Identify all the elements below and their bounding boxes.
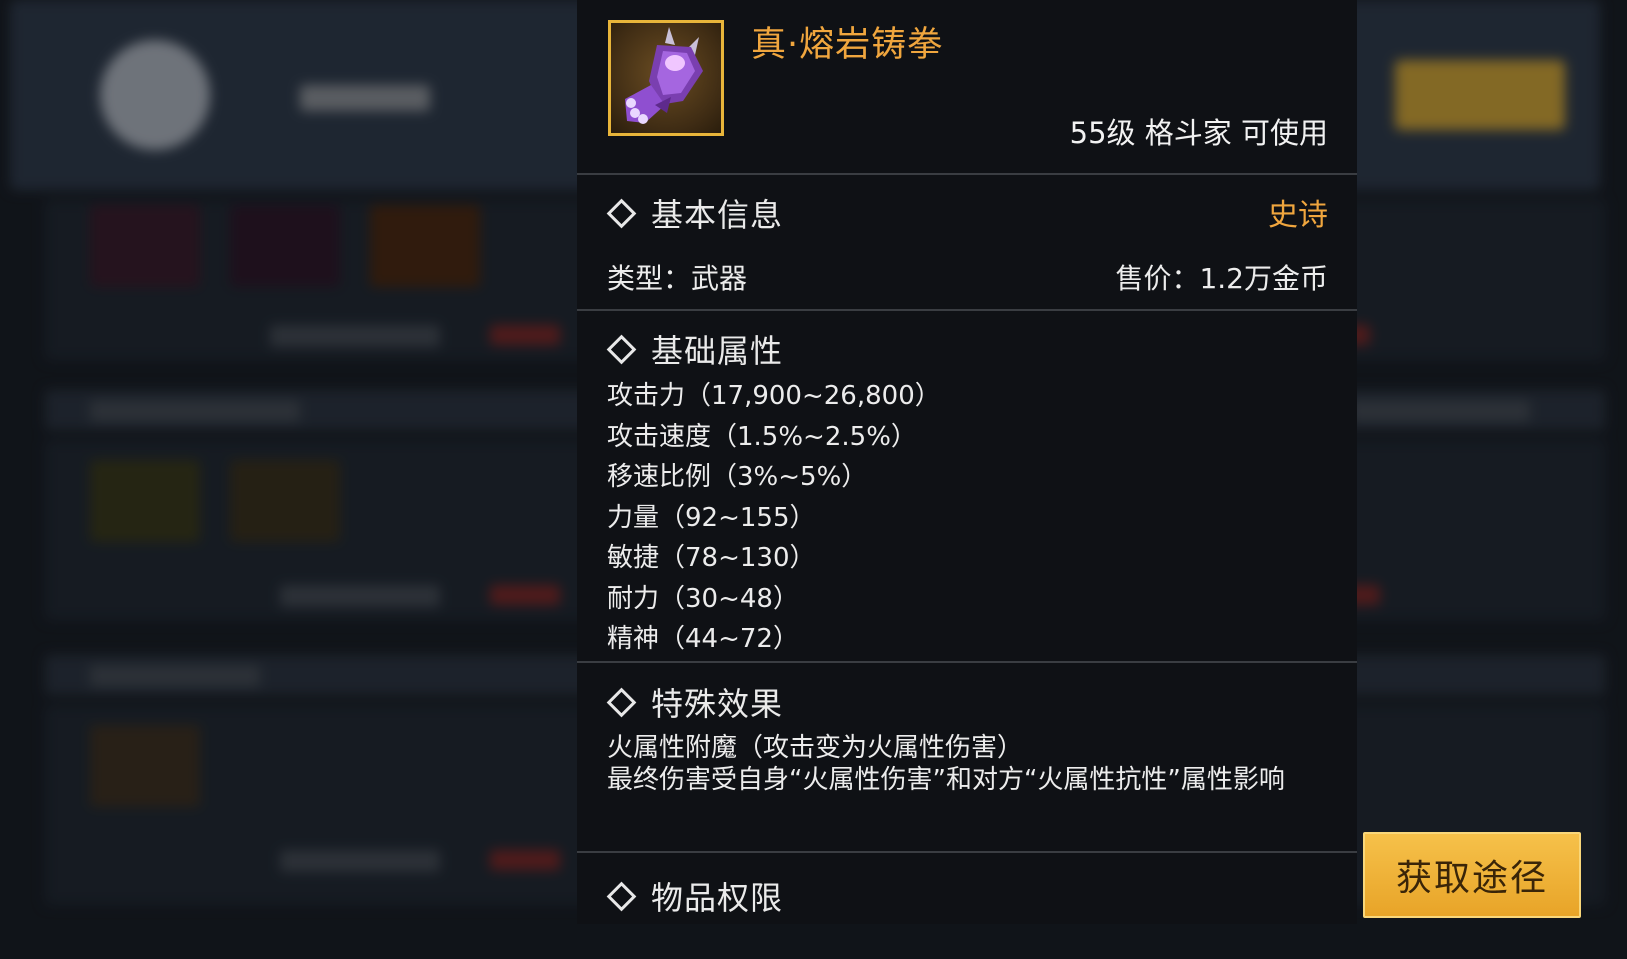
attribute-move-speed: 移速比例（3%~5%） (607, 462, 868, 492)
divider (577, 851, 1357, 853)
effect-line: 最终伤害受自身“火属性伤害”和对方“火属性抗性”属性影响 (607, 765, 1285, 795)
divider (577, 173, 1357, 175)
attribute-attack: 攻击力（17,900~26,800） (607, 381, 941, 411)
section-header-special-effects: 特殊效果 (605, 679, 783, 725)
diamond-icon (606, 687, 637, 717)
diamond-icon (606, 334, 637, 364)
rarity-label: 史诗 (1268, 198, 1328, 233)
section-title: 特殊效果 (651, 685, 784, 723)
section-header-base-attributes: 基础属性 (605, 326, 783, 372)
item-icon-frame (608, 20, 724, 136)
section-header-basic-info: 基本信息 (605, 190, 783, 236)
attribute-list: 攻击力（17,900~26,800） 攻击速度（1.5%~2.5%） 移速比例（… (607, 376, 941, 660)
divider (577, 309, 1357, 311)
section-title: 物品权限 (651, 879, 784, 917)
item-requirement: 55级 格斗家 可使用 (1069, 116, 1328, 150)
attribute-stamina: 耐力（30~48） (607, 583, 799, 614)
section-title: 基础属性 (651, 332, 784, 370)
attribute-agility: 敏捷（78~130） (607, 543, 816, 573)
attribute-spirit: 精神（44~72） (607, 624, 799, 654)
attribute-attack-speed: 攻击速度（1.5%~2.5%） (607, 421, 917, 452)
divider (577, 661, 1357, 663)
item-type: 类型：武器 (607, 262, 748, 295)
section-header-permissions: 物品权限 (605, 873, 783, 919)
attribute-strength: 力量（92~155） (607, 502, 816, 533)
acquire-path-button[interactable]: 获取途径 (1363, 832, 1581, 918)
section-title: 基本信息 (651, 196, 784, 234)
special-effect-text: 火属性附魔（攻击变为火属性伤害） 最终伤害受自身“火属性伤害”和对方“火属性抗性… (607, 732, 1337, 796)
item-tooltip: 真·熔岩铸拳 55级 格斗家 可使用 基本信息 史诗 类型：武器 售价：1.2万… (577, 0, 1357, 924)
lava-gauntlet-icon (625, 27, 703, 124)
diamond-icon (606, 881, 637, 911)
effect-line: 火属性附魔（攻击变为火属性伤害） (607, 733, 1024, 763)
item-name: 真·熔岩铸拳 (751, 25, 944, 65)
diamond-icon (606, 198, 637, 228)
item-price: 售价：1.2万金币 (1115, 262, 1328, 295)
